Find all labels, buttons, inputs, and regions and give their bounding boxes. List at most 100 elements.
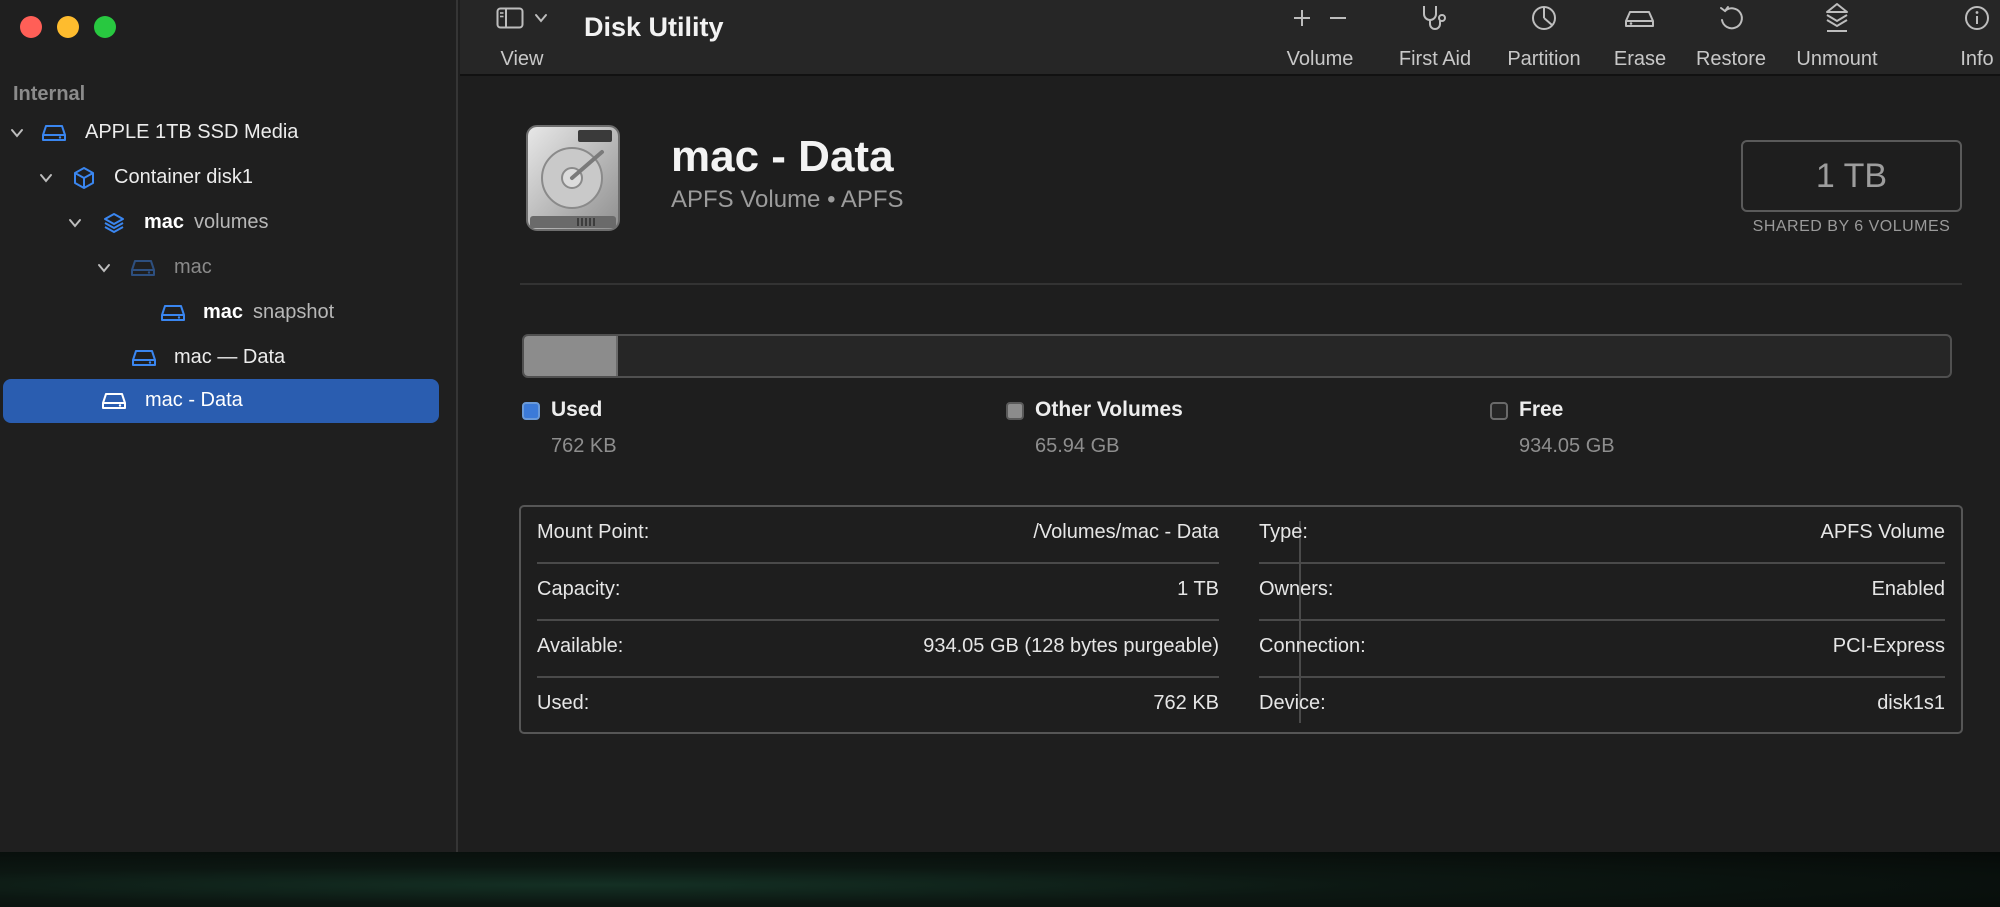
volume-name: mac - Data (671, 132, 894, 181)
legend-label: Other Volumes (1035, 398, 1183, 421)
info-row-type: Type: APFS Volume (1259, 507, 1945, 564)
sidebar-item-mac-volumes[interactable]: mac volumes (0, 201, 440, 245)
info-value: APFS Volume (1820, 521, 1945, 543)
zoom-window-button[interactable] (94, 16, 116, 38)
header-divider (520, 283, 1962, 285)
info-icon (1964, 5, 1990, 36)
chevron-down-icon[interactable] (96, 260, 112, 276)
sidebar-item-label: mac — Data (174, 346, 286, 368)
eject-icon (1823, 2, 1851, 39)
volume-subtitle: APFS Volume • APFS (671, 186, 904, 213)
volume-drive-icon (129, 256, 157, 280)
sidebar-item-label: APPLE 1TB SSD Media (85, 121, 299, 143)
info-value: 1 TB (1177, 578, 1219, 600)
sidebar-item-label: Container disk1 (114, 166, 253, 188)
usage-bar-other-volumes-segment (524, 336, 619, 376)
legend-value: 65.94 GB (1035, 435, 1120, 457)
volume-detail-pane: mac - Data APFS Volume • APFS 1 TB SHARE… (460, 78, 2000, 852)
info-value: PCI-Express (1832, 635, 1945, 657)
sidebar-section-internal: Internal (13, 83, 86, 105)
view-button[interactable]: View (490, 0, 554, 76)
legend-value: 934.05 GB (1519, 435, 1615, 457)
info-label: Info (1960, 48, 1994, 70)
chevron-down-icon[interactable] (67, 215, 83, 231)
sidebar-item-label: mac (174, 256, 212, 278)
pie-partition-icon (1530, 4, 1558, 37)
legend-value: 762 KB (551, 435, 617, 457)
usage-bar (522, 334, 1952, 378)
info-value: Enabled (1871, 578, 1945, 600)
info-value: /Volumes/mac - Data (1033, 521, 1219, 543)
first-aid-label: First Aid (1398, 48, 1472, 70)
info-row-connection: Connection: PCI-Express (1259, 621, 1945, 678)
sidebar-item-label: mac snapshot (203, 301, 335, 323)
chevron-down-icon[interactable] (9, 125, 25, 141)
legend-swatch-other (1006, 402, 1024, 420)
volume-drive-icon (100, 389, 128, 413)
partition-button[interactable]: Partition (1494, 0, 1594, 76)
volume-button[interactable]: Volume (1280, 0, 1360, 76)
partition-label: Partition (1507, 48, 1581, 70)
add-volume-icon[interactable] (1291, 7, 1313, 34)
legend-label: Free (1519, 398, 1564, 421)
info-row-capacity: Capacity: 1 TB (537, 564, 1219, 621)
info-key: Used: (537, 692, 590, 714)
volume-group-stack-icon (100, 211, 128, 235)
info-button[interactable]: Info (1950, 0, 2000, 76)
sidebar-item-apple-ssd-media[interactable]: APPLE 1TB SSD Media (0, 111, 440, 155)
sidebar-item-mac-em-data[interactable]: mac — Data (0, 336, 440, 380)
info-key: Type: (1259, 521, 1308, 543)
sidebar-item-mac-data-selected[interactable]: mac - Data (0, 379, 440, 423)
sidebar-item-mac-system[interactable]: mac (0, 246, 440, 290)
hard-disk-icon (524, 124, 622, 232)
info-row-available: Available: 934.05 GB (128 bytes purgeabl… (537, 621, 1219, 678)
info-row-device: Device: disk1s1 (1259, 678, 1945, 735)
chevron-down-icon (534, 11, 548, 30)
info-key: Connection: (1259, 635, 1366, 657)
erase-label: Erase (1613, 48, 1667, 70)
unmount-button[interactable]: Unmount (1782, 0, 1892, 76)
chevron-down-icon[interactable] (38, 170, 54, 186)
legend-label: Used (551, 398, 603, 421)
first-aid-button[interactable]: First Aid (1385, 0, 1485, 76)
sidebar-item-container-disk1[interactable]: Container disk1 (0, 156, 440, 200)
erase-button[interactable]: Erase (1599, 0, 1681, 76)
info-row-owners: Owners: Enabled (1259, 564, 1945, 621)
legend-swatch-free (1490, 402, 1508, 420)
info-value: disk1s1 (1877, 692, 1945, 714)
info-key: Owners: (1259, 578, 1334, 600)
internal-drive-icon (40, 121, 68, 145)
unmount-label: Unmount (1796, 48, 1878, 70)
sidebar: Internal APPLE 1TB SSD Media Container d… (0, 0, 458, 852)
erase-drive-icon (1623, 5, 1657, 36)
info-key: Available: (537, 635, 624, 657)
info-key: Mount Point: (537, 521, 650, 543)
info-value: 762 KB (1153, 692, 1219, 714)
info-key: Device: (1259, 692, 1326, 714)
info-key: Capacity: (537, 578, 621, 600)
legend-swatch-used (522, 402, 540, 420)
stethoscope-icon (1419, 3, 1451, 38)
remove-volume-icon[interactable] (1327, 7, 1349, 34)
sidebar-item-label: mac - Data (145, 389, 243, 411)
shared-volumes-note: SHARED BY 6 VOLUMES (1752, 218, 1951, 235)
restore-label: Restore (1695, 48, 1767, 70)
restore-button[interactable]: Restore (1682, 0, 1780, 76)
volume-label: Volume (1286, 48, 1354, 70)
sidebar-item-mac-snapshot[interactable]: mac snapshot (0, 291, 440, 335)
container-cube-icon (70, 166, 98, 190)
capacity-box: 1 TB (1741, 140, 1962, 212)
sidebar-toggle-icon (496, 7, 524, 34)
window-title: Disk Utility (584, 12, 724, 42)
toolbar: View Disk Utility Volume First Aid Parti… (460, 0, 2000, 76)
snapshot-drive-icon (159, 301, 187, 325)
info-row-used: Used: 762 KB (537, 678, 1219, 735)
view-label: View (500, 48, 544, 70)
desktop-wallpaper (0, 852, 2000, 907)
sidebar-item-label: mac volumes (144, 211, 269, 233)
close-window-button[interactable] (20, 16, 42, 38)
volume-drive-icon (130, 346, 158, 370)
info-row-mount-point: Mount Point: /Volumes/mac - Data (537, 507, 1219, 564)
volume-info-table: Mount Point: /Volumes/mac - Data Capacit… (519, 505, 1963, 734)
minimize-window-button[interactable] (57, 16, 79, 38)
